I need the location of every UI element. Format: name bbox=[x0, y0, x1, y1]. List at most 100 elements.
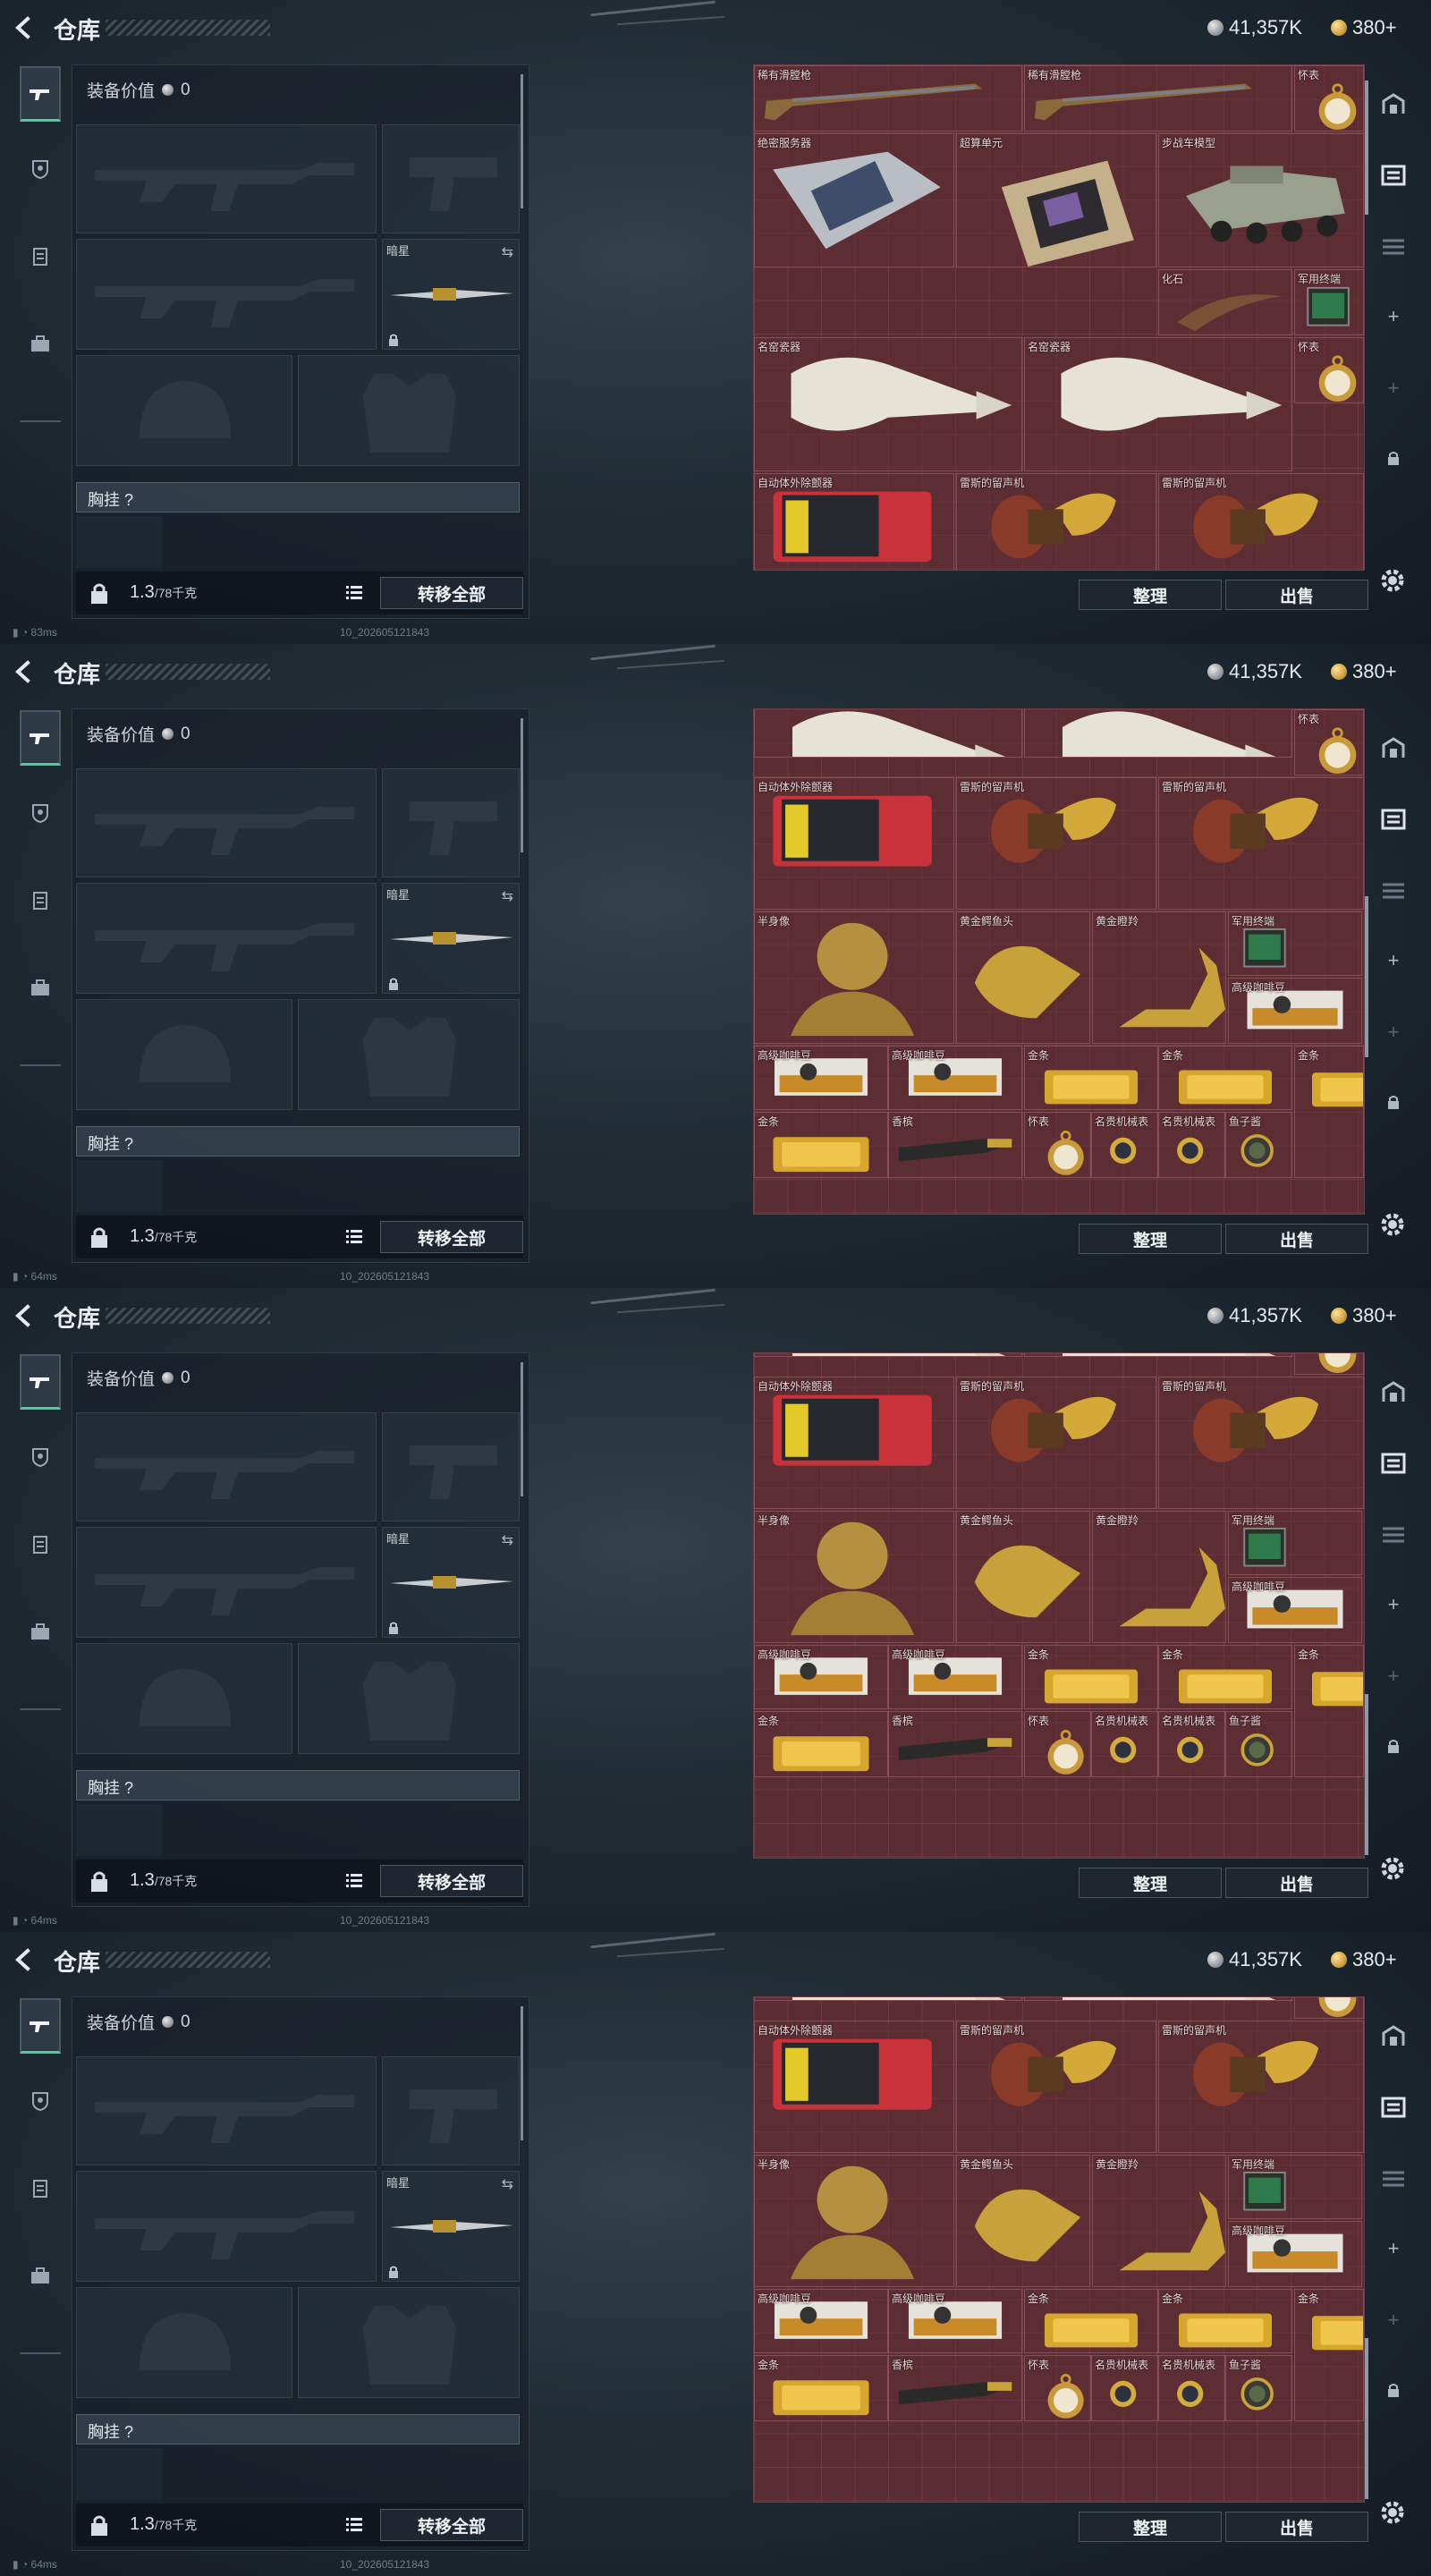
add-tab-button-disabled[interactable]: + bbox=[1376, 2302, 1411, 2338]
storage-item-vase[interactable] bbox=[1024, 709, 1292, 758]
storage-item-wristwatch[interactable]: 名贵机械表 bbox=[1158, 1112, 1225, 1178]
storage-item-gazelle[interactable]: 黄金瞪羚 bbox=[1092, 2155, 1226, 2287]
storage-item-gazelle[interactable]: 黄金瞪羚 bbox=[1092, 911, 1226, 1044]
chest-rig-slot[interactable] bbox=[76, 1160, 162, 1212]
list-icon[interactable] bbox=[344, 2514, 364, 2534]
armor-slot[interactable] bbox=[298, 999, 520, 1110]
transfer-all-button[interactable]: 转移全部 bbox=[380, 1221, 523, 1253]
storage-item-gramophone[interactable]: 雷斯的留声机 bbox=[956, 1377, 1156, 1509]
storage-item-gramophone[interactable]: 雷斯的留声机 bbox=[1158, 2021, 1364, 2153]
settings-gear-icon[interactable] bbox=[1377, 2497, 1408, 2528]
sell-button[interactable]: 出售 bbox=[1225, 580, 1368, 610]
storage-item-server[interactable]: 绝密服务器 bbox=[754, 133, 954, 267]
storage-tab-main[interactable] bbox=[1376, 86, 1411, 122]
storage-item-pocket-watch[interactable]: 怀表 bbox=[1294, 709, 1364, 775]
storage-tab-main[interactable] bbox=[1376, 730, 1411, 766]
sidearm-slot[interactable] bbox=[382, 2056, 520, 2165]
storage-item-croc-head[interactable]: 黄金鳄鱼头 bbox=[956, 1511, 1090, 1643]
armor-slot[interactable] bbox=[298, 2287, 520, 2398]
secondary-weapon-slot[interactable] bbox=[76, 1527, 377, 1638]
sidearm-slot[interactable] bbox=[382, 1412, 520, 1521]
storage-tab-2[interactable] bbox=[1376, 157, 1411, 193]
sell-button[interactable]: 出售 bbox=[1225, 1868, 1368, 1898]
storage-item-vase[interactable]: 名窑瓷器 bbox=[1024, 337, 1292, 471]
gold-currency[interactable]: 380+ bbox=[1331, 1304, 1397, 1327]
storage-item-terminal[interactable]: 军用终端 bbox=[1228, 2155, 1362, 2219]
melee-slot[interactable]: 暗星 ⇆ bbox=[382, 883, 520, 994]
nav-rig[interactable] bbox=[20, 229, 61, 284]
secondary-weapon-slot[interactable] bbox=[76, 883, 377, 994]
add-tab-button[interactable]: + bbox=[1376, 943, 1411, 979]
nav-backpack[interactable] bbox=[20, 1605, 61, 1660]
storage-item-vase[interactable]: 名窑瓷器 bbox=[754, 337, 1022, 471]
storage-item-vase[interactable] bbox=[1024, 1997, 1292, 2001]
primary-weapon-slot[interactable] bbox=[76, 2056, 377, 2165]
storage-item-coffee[interactable]: 高级咖啡豆 bbox=[888, 1046, 1022, 1110]
gold-currency[interactable]: 380+ bbox=[1331, 660, 1397, 683]
nav-weapons[interactable] bbox=[20, 1354, 61, 1410]
nav-weapons[interactable] bbox=[20, 66, 61, 122]
storage-item-tank[interactable]: 步战车模型 bbox=[1158, 133, 1364, 267]
storage-tab-main[interactable] bbox=[1376, 1374, 1411, 1410]
storage-item-bust[interactable]: 半身像 bbox=[754, 2155, 954, 2287]
locked-tab[interactable] bbox=[1376, 440, 1411, 476]
storage-item-vase[interactable] bbox=[1024, 1353, 1292, 1357]
storage-item-pocket-watch[interactable]: 怀表 bbox=[1294, 337, 1364, 403]
chest-rig-header[interactable]: 胸挂 ? bbox=[76, 482, 520, 513]
back-arrow-icon[interactable] bbox=[13, 16, 36, 39]
settings-gear-icon[interactable] bbox=[1377, 1853, 1408, 1884]
transfer-all-button[interactable]: 转移全部 bbox=[380, 577, 523, 609]
storage-item-gold-bar[interactable]: 金条 bbox=[1294, 2289, 1364, 2421]
storage-item-pocket-watch[interactable]: 怀表 bbox=[1294, 65, 1364, 131]
storage-item-vase[interactable] bbox=[754, 1997, 1022, 2001]
storage-item-pocket-watch[interactable]: 怀表 bbox=[1024, 1711, 1091, 1777]
storage-item-coffee[interactable]: 高级咖啡豆 bbox=[754, 1046, 888, 1110]
storage-item-gold-bar[interactable]: 金条 bbox=[1024, 1046, 1158, 1110]
storage-item-gold-bar[interactable]: 金条 bbox=[1158, 1645, 1292, 1709]
storage-item-gold-bar[interactable]: 金条 bbox=[1158, 1046, 1292, 1110]
storage-tab-3[interactable] bbox=[1376, 873, 1411, 909]
nav-armor[interactable] bbox=[20, 2073, 61, 2129]
storage-item-aed[interactable]: 自动体外除颤器 bbox=[754, 777, 954, 910]
storage-tab-3[interactable] bbox=[1376, 229, 1411, 265]
storage-item-champagne[interactable]: 香槟 bbox=[888, 2355, 1022, 2421]
sidearm-slot[interactable] bbox=[382, 768, 520, 877]
melee-slot[interactable]: 暗星 ⇆ bbox=[382, 2171, 520, 2282]
storage-item-gramophone[interactable]: 雷斯的留声机 bbox=[956, 2021, 1156, 2153]
nav-weapons[interactable] bbox=[20, 1998, 61, 2054]
storage-item-bust[interactable]: 半身像 bbox=[754, 1511, 954, 1643]
melee-slot[interactable]: 暗星 ⇆ bbox=[382, 239, 520, 350]
storage-item-pocket-watch[interactable]: 怀表 bbox=[1024, 2355, 1091, 2421]
storage-item-coffee[interactable]: 高级咖啡豆 bbox=[888, 1645, 1022, 1709]
nav-backpack[interactable] bbox=[20, 961, 61, 1016]
storage-item-gold-bar[interactable]: 金条 bbox=[1024, 2289, 1158, 2353]
lock-icon[interactable] bbox=[89, 2512, 110, 2538]
back-arrow-icon[interactable] bbox=[13, 660, 36, 683]
storage-item-coffee[interactable]: 高级咖啡豆 bbox=[888, 2289, 1022, 2353]
secondary-weapon-slot[interactable] bbox=[76, 2171, 377, 2282]
storage-tab-main[interactable] bbox=[1376, 2018, 1411, 2054]
storage-item-gold-bar[interactable]: 金条 bbox=[1294, 1046, 1364, 1178]
storage-item-terminal[interactable]: 军用终端 bbox=[1228, 1511, 1362, 1575]
storage-item-aed[interactable]: 自动体外除颤器 bbox=[754, 473, 954, 570]
storage-tab-2[interactable] bbox=[1376, 801, 1411, 837]
gold-currency[interactable]: 380+ bbox=[1331, 1948, 1397, 1971]
nav-rig[interactable] bbox=[20, 873, 61, 928]
chest-rig-slot[interactable] bbox=[76, 1804, 162, 1856]
storage-item-croc-head[interactable]: 黄金鳄鱼头 bbox=[956, 2155, 1090, 2287]
sell-button[interactable]: 出售 bbox=[1225, 1224, 1368, 1254]
storage-item-croc-head[interactable]: 黄金鳄鱼头 bbox=[956, 911, 1090, 1044]
storage-item-wristwatch[interactable]: 名贵机械表 bbox=[1091, 1711, 1158, 1777]
storage-item-champagne[interactable]: 香槟 bbox=[888, 1711, 1022, 1777]
storage-item-aed[interactable]: 自动体外除颤器 bbox=[754, 2021, 954, 2153]
storage-tab-3[interactable] bbox=[1376, 1517, 1411, 1553]
storage-item-champagne[interactable]: 香槟 bbox=[888, 1112, 1022, 1178]
storage-tab-2[interactable] bbox=[1376, 2089, 1411, 2125]
storage-item-gazelle[interactable]: 黄金瞪羚 bbox=[1092, 1511, 1226, 1643]
storage-tab-3[interactable] bbox=[1376, 2161, 1411, 2197]
storage-item-fossil[interactable]: 化石 bbox=[1158, 269, 1292, 335]
nav-backpack[interactable] bbox=[20, 2249, 61, 2304]
add-tab-button-disabled[interactable]: + bbox=[1376, 1014, 1411, 1050]
armor-slot[interactable] bbox=[298, 355, 520, 466]
storage-scrollbar[interactable] bbox=[1365, 80, 1368, 215]
